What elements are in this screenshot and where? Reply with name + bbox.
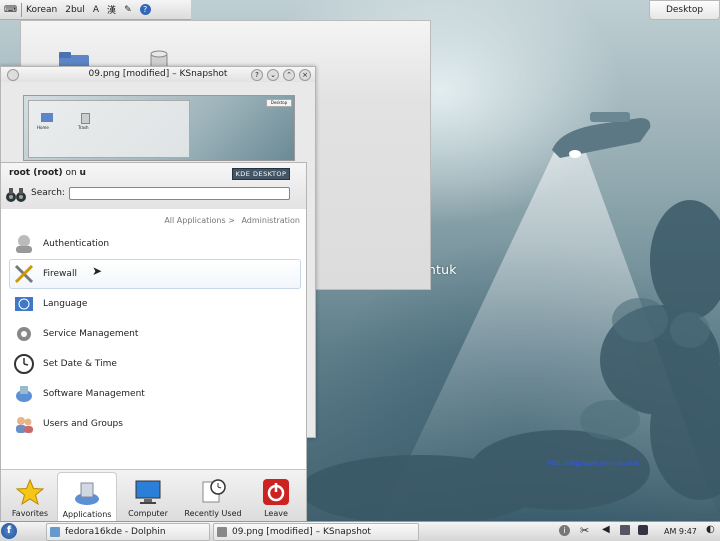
star-icon: [16, 478, 44, 506]
tab-label: Leave: [264, 509, 288, 518]
tab-label: Recently Used: [184, 509, 242, 518]
search-input[interactable]: [69, 187, 290, 200]
app-item-software-management[interactable]: Software Management: [9, 379, 301, 409]
app-item-label: Users and Groups: [43, 419, 123, 429]
breadcrumb-administration[interactable]: Administration: [241, 216, 300, 225]
user-info: root (root) on u: [9, 168, 86, 178]
breadcrumb-all-applications[interactable]: All Applications >: [164, 216, 235, 225]
clock-icon: [13, 353, 35, 375]
applications-icon: [75, 482, 99, 505]
user-on: on: [65, 168, 77, 178]
app-item-label: Software Management: [43, 389, 145, 399]
ksnapshot-titlebar[interactable]: 09.png [modified] – KSnapshot ? ⌄ ⌃ ×: [1, 67, 315, 82]
preview-desktop-button: Desktop: [266, 99, 292, 107]
minimize-button[interactable]: ⌄: [267, 69, 279, 81]
app-item-users-and-groups[interactable]: Users and Groups: [9, 409, 301, 439]
binoculars-icon: [6, 188, 26, 202]
submarine-art: [552, 112, 651, 158]
firewall-icon: [13, 263, 35, 285]
kde-desktop-badge: KDE DESKTOP: [232, 168, 290, 180]
tab-computer[interactable]: Computer: [119, 472, 177, 522]
preview-home-label: Home: [37, 125, 49, 130]
preview-home-icon: [41, 113, 53, 122]
kickoff-header: root (root) on u KDE DESKTOP Search:: [1, 163, 306, 209]
power-icon: [263, 479, 289, 505]
service-management-icon: [13, 323, 35, 345]
app-item-authentication[interactable]: Authentication: [9, 229, 301, 259]
search-label: Search:: [31, 188, 65, 198]
input-mode[interactable]: A: [89, 5, 103, 15]
panel-toolbox-icon[interactable]: ◐: [706, 524, 715, 535]
breadcrumb: All Applications > Administration: [160, 216, 300, 225]
system-tray-bar: ⌨ Korean 2bul A 漢 ✎ ?: [0, 0, 191, 20]
maximize-button[interactable]: ⌃: [283, 69, 295, 81]
printer-icon[interactable]: [638, 525, 648, 535]
kickoff-menu[interactable]: root (root) on u KDE DESKTOP Search: All…: [0, 162, 307, 523]
hanja-icon[interactable]: 漢: [103, 3, 120, 16]
kickoff-tab-bar: Favorites Applications Computer Recently…: [1, 469, 306, 523]
help-button[interactable]: ?: [251, 69, 263, 81]
software-icon: [13, 383, 35, 405]
clock-text[interactable]: AM 9:47: [664, 524, 697, 539]
preview-trash-label: Trash: [78, 125, 89, 130]
close-button[interactable]: ×: [299, 69, 311, 81]
preview-trash-icon: [81, 113, 90, 124]
task-ksnapshot[interactable]: 09.png [modified] – KSnapshot: [213, 523, 419, 541]
keyboard-icon[interactable]: ⌨: [0, 5, 21, 15]
monitor-icon: [135, 480, 161, 504]
taskbar: f fedora16kde - Dolphin 09.png [modified…: [0, 521, 720, 541]
tab-applications[interactable]: Applications: [57, 472, 117, 523]
tab-label: Applications: [62, 510, 112, 519]
input-language[interactable]: Korean: [22, 5, 61, 15]
mouse-cursor-icon: ➤: [92, 264, 103, 278]
app-item-label: Set Date & Time: [43, 359, 117, 369]
settings-icon[interactable]: ✎: [120, 5, 136, 15]
host-name: u: [79, 168, 86, 178]
recent-icon: [202, 479, 226, 503]
tab-leave[interactable]: Leave: [247, 472, 305, 522]
language-icon: [13, 293, 35, 315]
tab-label: Favorites: [11, 509, 49, 518]
volume-icon[interactable]: ◀: [602, 524, 610, 535]
app-item-label: Firewall: [43, 269, 77, 279]
users-icon: [13, 413, 35, 435]
help-icon[interactable]: ?: [139, 4, 151, 15]
klipper-icon[interactable]: ✂: [580, 524, 589, 537]
app-item-language[interactable]: Language: [9, 289, 301, 319]
authentication-icon: [13, 233, 35, 255]
window-menu-icon[interactable]: [7, 69, 19, 81]
network-icon[interactable]: [620, 525, 630, 535]
task-label: 09.png [modified] – KSnapshot: [232, 527, 371, 537]
task-dolphin[interactable]: fedora16kde - Dolphin: [46, 523, 210, 541]
info-icon[interactable]: i: [559, 525, 570, 536]
user-name: root (root): [9, 168, 63, 178]
input-layout[interactable]: 2bul: [61, 5, 89, 15]
app-item-service-management[interactable]: Service Management: [9, 319, 301, 349]
ksnapshot-task-icon: [217, 527, 227, 537]
watermark-small-text: http://blog.naver.com/ubuntuk: [548, 460, 640, 467]
desktop-toolbox-button[interactable]: Desktop: [649, 0, 720, 20]
preview-window: Home Trash: [28, 100, 190, 158]
tab-recently-used[interactable]: Recently Used: [184, 472, 242, 522]
tab-label: Computer: [128, 509, 168, 518]
kickoff-launcher-button[interactable]: f: [1, 523, 17, 539]
app-item-set-date-time[interactable]: Set Date & Time: [9, 349, 301, 379]
ksnapshot-title: 09.png [modified] – KSnapshot: [88, 69, 228, 79]
app-item-firewall[interactable]: Firewall ➤: [9, 259, 301, 289]
dolphin-task-icon: [50, 527, 60, 537]
app-item-label: Authentication: [43, 239, 110, 249]
tab-favorites[interactable]: Favorites: [1, 472, 59, 522]
app-item-label: Service Management: [43, 329, 139, 339]
app-item-label: Language: [43, 299, 88, 309]
application-list: Authentication Firewall ➤ Language Servi…: [9, 229, 301, 439]
task-label: fedora16kde - Dolphin: [65, 527, 166, 537]
screenshot-preview[interactable]: Home Trash Desktop: [23, 95, 295, 161]
